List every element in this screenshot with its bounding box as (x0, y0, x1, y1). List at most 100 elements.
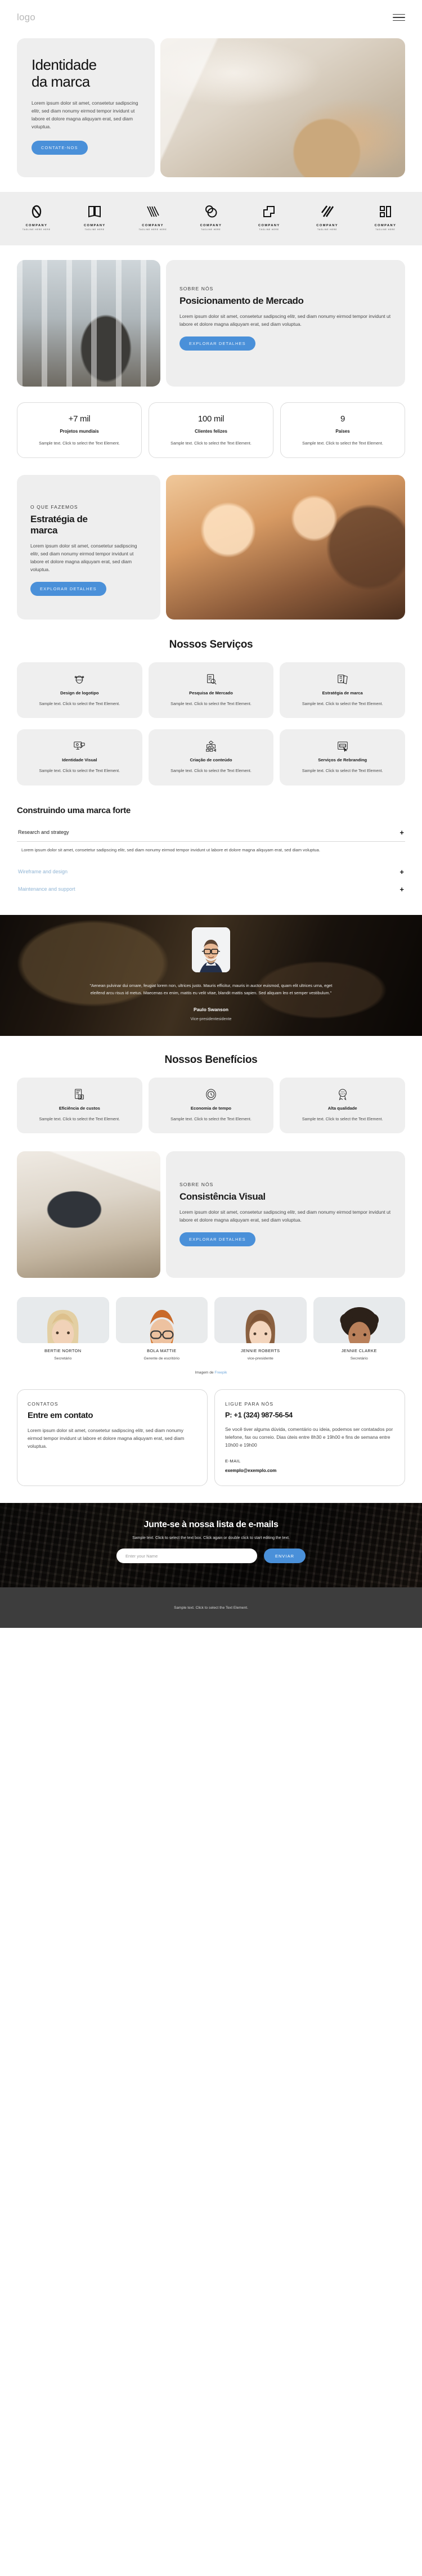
man-with-glasses-portrait (192, 927, 230, 972)
service-description: Sample text. Click to select the Text El… (302, 768, 383, 774)
accordion-section: Construindo uma marca forte Research and… (0, 786, 422, 915)
member-name: BERTIE NORTON (44, 1348, 82, 1354)
svg-text:BRAND: BRAND (339, 745, 346, 747)
member-photo (17, 1297, 109, 1344)
accordion-title: Construindo uma marca forte (17, 805, 131, 815)
testimonial-name: Paulo Swanson (194, 1006, 228, 1012)
logo-design-icon: LOGO (24, 672, 136, 686)
team-section: BERTIE NORTON Secretário BOLA MATTIE Ger… (0, 1278, 422, 1361)
plus-icon[interactable]: + (399, 829, 404, 836)
call-us-card: LIGUE PARA NÓS P: +1 (324) 987-56-54 Se … (214, 1389, 405, 1487)
curly-hair-woman-portrait (313, 1297, 405, 1344)
benefits-grid: Eficiência de custos Sample text. Click … (17, 1077, 406, 1134)
benefit-title: Eficiência de custos (59, 1105, 100, 1111)
bearded-man-portrait (115, 1297, 208, 1344)
client-tagline: TAGLINE HERE HERE (138, 228, 167, 231)
client-tagline: TAGLINE HERE (259, 228, 279, 231)
newsletter-name-input[interactable] (116, 1549, 257, 1564)
cost-efficiency-icon (24, 1087, 136, 1102)
strategy-title-line-2: marca (30, 524, 58, 536)
service-description: Sample text. Click to select the Text El… (39, 768, 120, 774)
benefit-card[interactable]: Economia de tempo Sample text. Click to … (148, 1077, 274, 1134)
client-name: COMPANY (142, 224, 164, 228)
credit-prefix: Imagem de (195, 1371, 215, 1375)
hero-section: Identidade da marca Lorem ipsum dolor si… (0, 35, 422, 178)
member-name: JENNIE ROBERTS (240, 1348, 280, 1354)
time-saving-icon (155, 1087, 267, 1102)
landing-page: logo Identidade da marca Lorem ipsum dol… (0, 0, 422, 1628)
stat-number: 9 (340, 414, 345, 424)
blonde-woman-portrait (17, 1297, 109, 1344)
strategy-image (166, 475, 405, 620)
accordion-label: Maintenance and support (18, 886, 75, 892)
visual-consistency-cta-button[interactable]: EXPLORAR DETALHES (179, 1232, 255, 1247)
contact-title: Entre em contato (28, 1411, 93, 1421)
image-credit: Imagem de Freepik (0, 1361, 422, 1375)
visual-identity-icon (24, 739, 136, 753)
team-member: BERTIE NORTON Secretário (17, 1297, 109, 1361)
accordion-header[interactable]: Wireframe and design + (17, 863, 405, 881)
client-logo-7: COMPANY TAGLINE HERE (363, 204, 407, 231)
svg-text:QUALITY: QUALITY (339, 1093, 346, 1095)
open-book-icon (88, 206, 101, 218)
about-cta-button[interactable]: EXPLORAR DETALHES (179, 336, 255, 351)
service-title: Criação de conteúdo (190, 757, 232, 763)
strategy-title-line-1: Estratégia de (30, 514, 88, 525)
stat-card: 9 Países Sample text. Click to select th… (280, 402, 405, 459)
client-name: COMPANY (374, 224, 397, 228)
visual-consistency-kicker: SOBRE NÓS (179, 1182, 214, 1188)
visual-consistency-text-panel: SOBRE NÓS Consistência Visual Lorem ipsu… (166, 1151, 405, 1278)
testimonial-avatar (192, 927, 230, 972)
benefit-description: Sample text. Click to select the Text El… (39, 1116, 120, 1121)
service-title: Estratégia de marca (322, 690, 363, 695)
credit-link[interactable]: Freepik (214, 1371, 227, 1375)
stat-description: Sample text. Click to select the Text El… (170, 440, 252, 446)
slash-bolt-icon (321, 205, 334, 218)
service-card[interactable]: Criação de conteúdo Sample text. Click t… (148, 729, 274, 786)
newsletter-submit-button[interactable]: ENVIAR (263, 1549, 306, 1564)
newsletter-form: ENVIAR (23, 1549, 399, 1564)
about-paragraph: Lorem ipsum dolor sit amet, consetetur s… (179, 313, 391, 327)
site-header: logo (0, 0, 422, 35)
hero-title: Identidade da marca (32, 56, 140, 90)
testimonial-quote: "Aenean pulvinar dui ornare, feugiat lor… (89, 982, 333, 995)
client-tagline: TAGLINE HERE HERE (23, 228, 51, 231)
benefit-description: Sample text. Click to select the Text El… (302, 1116, 383, 1121)
hero-cta-button[interactable]: CONTATE-NOS (32, 141, 88, 155)
menu-line (393, 20, 405, 21)
menu-line (393, 14, 405, 15)
client-tagline: TAGLINE HERE (201, 228, 221, 231)
service-card[interactable]: BRAND Serviços de Rebranding Sample text… (280, 729, 406, 786)
hero-title-line-2: da marca (32, 73, 90, 90)
member-photo (115, 1297, 208, 1344)
service-card[interactable]: Identidade Visual Sample text. Click to … (17, 729, 142, 786)
logo[interactable]: logo (17, 12, 35, 23)
stat-label: Projetos mundiais (60, 428, 99, 434)
plus-icon[interactable]: + (399, 886, 404, 893)
service-card[interactable]: Pesquisa de Mercado Sample text. Click t… (148, 662, 274, 719)
benefit-card[interactable]: HIGH QUALITY Alta qualidade Sample text.… (280, 1077, 406, 1134)
client-logo-5: COMPANY TAGLINE HERE (247, 204, 291, 231)
service-description: Sample text. Click to select the Text El… (170, 768, 252, 774)
footer-text: Sample text. Click to select the Text El… (174, 1605, 248, 1610)
hero-text-panel: Identidade da marca Lorem ipsum dolor si… (17, 38, 155, 178)
accordion-header[interactable]: Research and strategy + (17, 824, 405, 841)
services-section: Nossos Serviços LOGO Design de logotipo … (0, 620, 422, 786)
accordion-label: Research and strategy (18, 829, 69, 836)
email-address[interactable]: exemplo@exemplo.com (225, 1468, 394, 1473)
strategy-cta-button[interactable]: EXPLORAR DETALHES (30, 581, 106, 596)
service-card[interactable]: Estratégia de marca Sample text. Click t… (280, 662, 406, 719)
service-card[interactable]: LOGO Design de logotipo Sample text. Cli… (17, 662, 142, 719)
hamburger-menu-icon[interactable] (393, 14, 405, 21)
client-name: COMPANY (25, 224, 48, 228)
stat-card: 100 mil Clientes felizes Sample text. Cl… (149, 402, 273, 459)
phone-number[interactable]: P: +1 (324) 987-56-54 (225, 1411, 394, 1419)
benefit-card[interactable]: Eficiência de custos Sample text. Click … (17, 1077, 142, 1134)
client-logo-2: COMPANY TAGLINE HERE (73, 204, 116, 231)
team-member: JENNIE CLARKE Secretário (313, 1297, 405, 1361)
accordion-header[interactable]: Maintenance and support + (17, 881, 405, 898)
accordion-item-research: Research and strategy + (17, 824, 405, 842)
about-image (17, 259, 160, 387)
strategy-text-panel: O QUE FAZEMOS Estratégia de marca Lorem … (17, 475, 160, 620)
plus-icon[interactable]: + (399, 868, 404, 876)
